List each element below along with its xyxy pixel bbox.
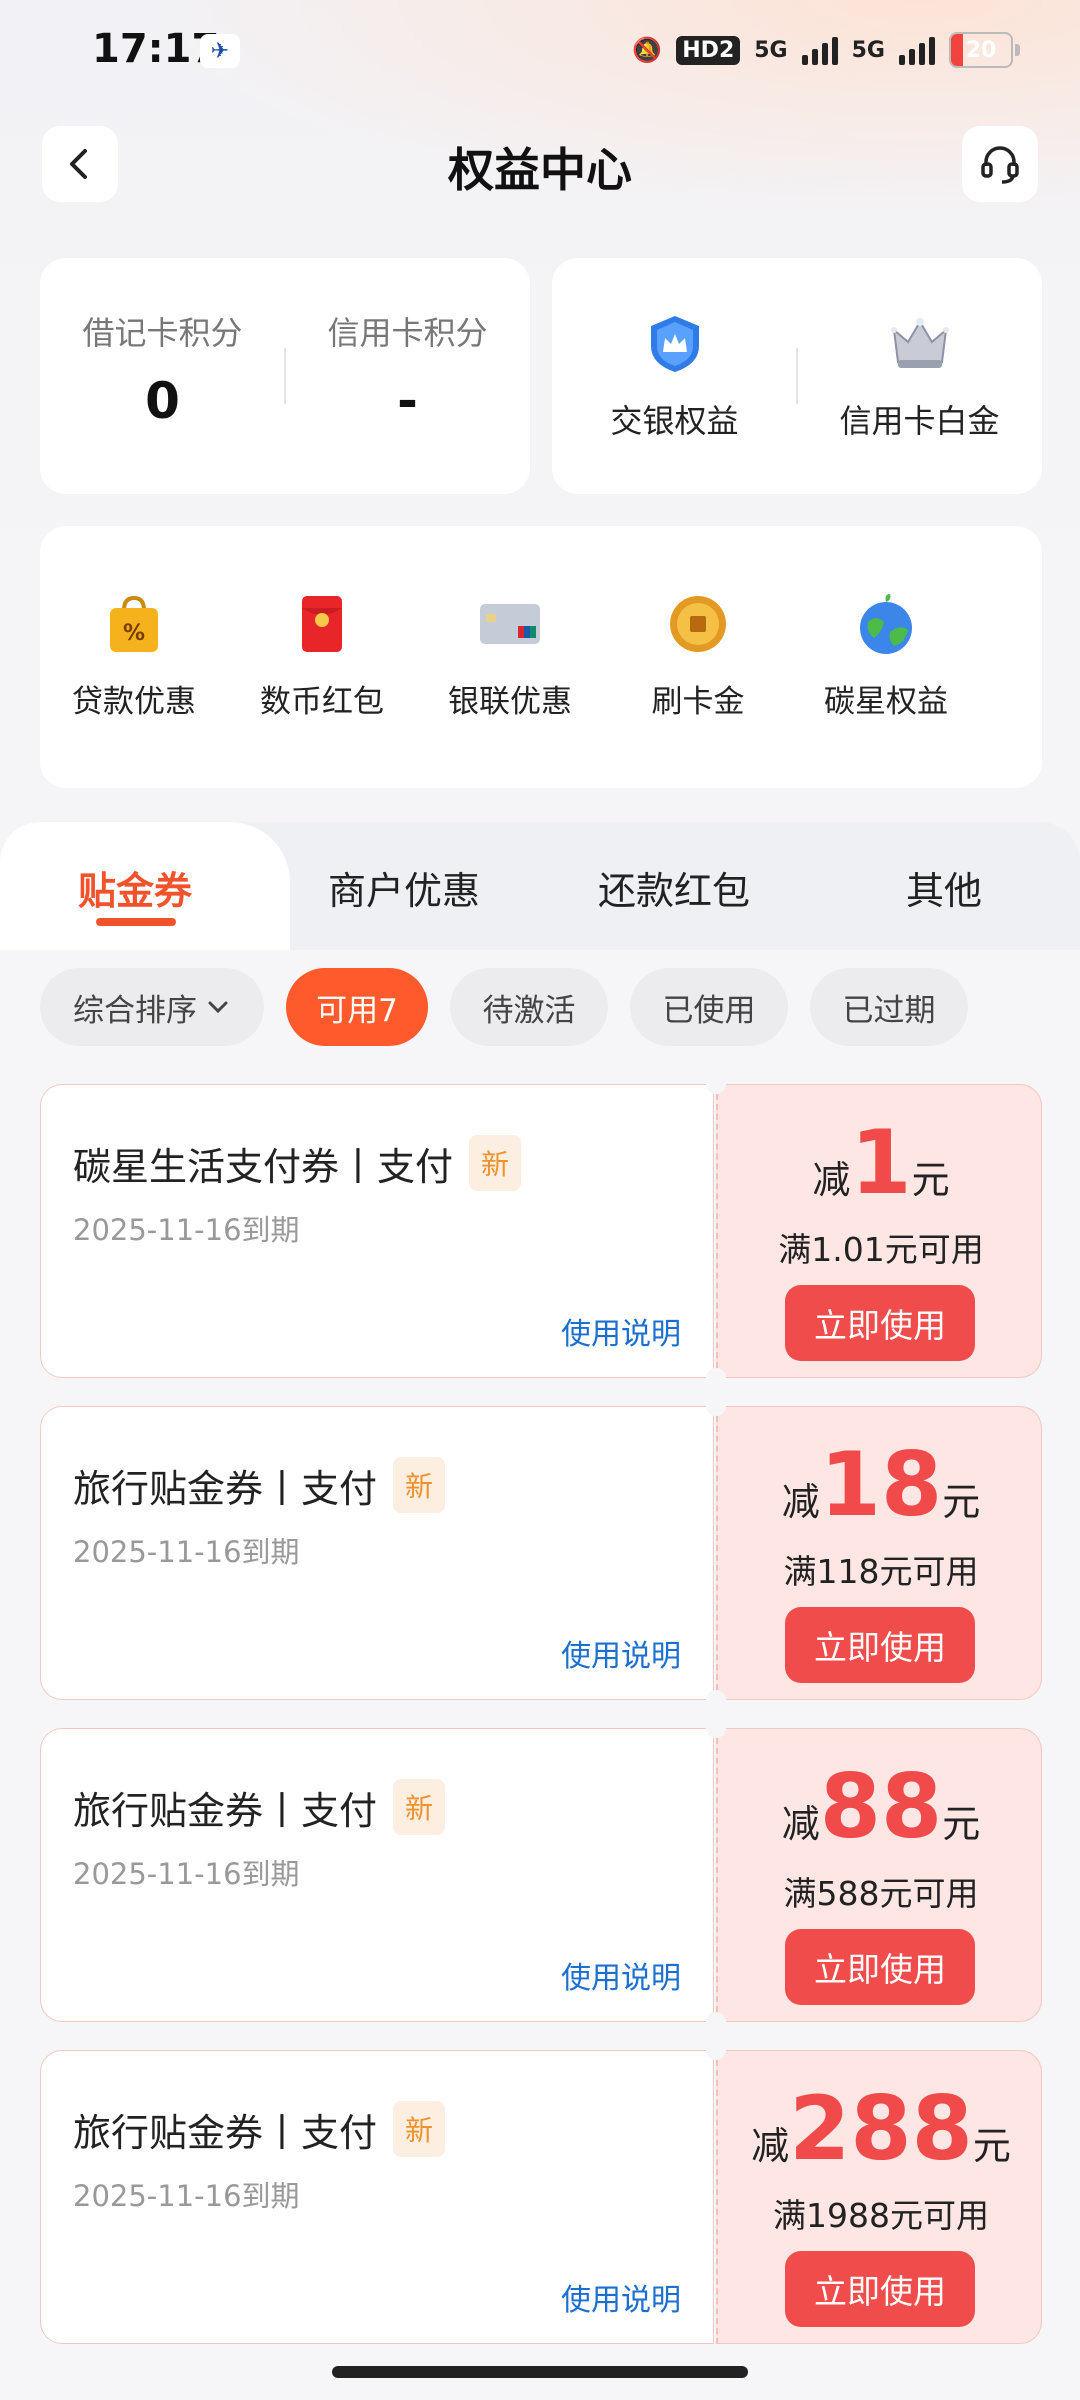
battery-icon: 20 xyxy=(949,32,1020,68)
use-now-button[interactable]: 立即使用 xyxy=(785,1285,975,1361)
signal-bars-icon xyxy=(801,35,838,65)
quick-item-carbon-star[interactable]: 碳星权益 xyxy=(792,592,980,721)
chevron-down-icon xyxy=(208,1001,228,1014)
new-badge: 新 xyxy=(469,1135,522,1191)
status-icons: 🔕 HD2 5G 5G 20 xyxy=(632,28,1020,72)
new-badge: 新 xyxy=(393,1457,446,1513)
credit-points-label: 信用卡积分 xyxy=(327,314,488,352)
bank-card-icon xyxy=(480,604,540,644)
new-badge: 新 xyxy=(393,1779,446,1835)
points-card: 借记卡积分 0 信用卡积分 - xyxy=(40,258,530,494)
coupon-amount: 减288元 xyxy=(751,2077,1011,2180)
crown-badge-icon xyxy=(650,316,699,372)
category-tabs: 贴金券 商户优惠 还款红包 其他 xyxy=(0,822,1080,950)
percent-bag-icon: % xyxy=(110,595,158,652)
coupon-name: 旅行贴金券丨支付 xyxy=(73,1466,378,1511)
customer-service-button[interactable] xyxy=(962,126,1038,202)
coupon-card[interactable]: 旅行贴金券丨支付新 2025-11-16到期 使用说明 减18元 满118元可用… xyxy=(40,1396,1042,1710)
coupon-amount: 减88元 xyxy=(781,1755,981,1858)
mute-icon: 🔕 xyxy=(632,36,663,64)
quick-entry-card: % 贷款优惠 数币红包 银联优惠 刷卡金 碳星权益 xyxy=(40,526,1042,788)
coupon-amount: 减18元 xyxy=(781,1433,981,1536)
coupon-amount-value: 18 xyxy=(819,1433,943,1536)
filter-chip-pending[interactable]: 待激活 xyxy=(450,968,608,1046)
globe-icon xyxy=(860,594,912,654)
credit-points[interactable]: 信用卡积分 - xyxy=(285,308,530,430)
tab-indicator xyxy=(96,918,176,926)
use-now-button[interactable]: 立即使用 xyxy=(785,1929,975,2005)
svg-text:%: % xyxy=(123,621,145,646)
sort-dropdown[interactable]: 综合排序 xyxy=(40,968,264,1046)
coupon-expiry: 2025-11-16到期 xyxy=(73,1535,300,1569)
coupon-name: 旅行贴金券丨支付 xyxy=(73,1788,378,1833)
tab-merchant-offers[interactable]: 商户优惠 xyxy=(328,860,480,915)
coupon-condition: 满588元可用 xyxy=(783,1874,979,1913)
usage-instructions-link[interactable]: 使用说明 xyxy=(561,1953,681,1997)
quick-item-label: 数币红包 xyxy=(260,684,384,720)
quick-item-loan[interactable]: % 贷款优惠 xyxy=(40,592,228,721)
benefit-platinum[interactable]: 信用卡白金 xyxy=(797,312,1042,442)
coupon-amount-value: 1 xyxy=(850,1111,912,1214)
home-indicator[interactable] xyxy=(332,2366,748,2378)
filter-chip-available[interactable]: 可用7 xyxy=(286,968,428,1046)
filter-chip-expired[interactable]: 已过期 xyxy=(810,968,968,1046)
tab-gold-coupon[interactable]: 贴金券 xyxy=(78,860,192,915)
page-title: 权益中心 xyxy=(448,143,632,197)
usage-instructions-link[interactable]: 使用说明 xyxy=(561,1309,681,1353)
coupon-card[interactable]: 旅行贴金券丨支付新 2025-11-16到期 使用说明 减88元 满588元可用… xyxy=(40,1718,1042,2032)
app-notification-icon: ✈ xyxy=(200,34,240,68)
coupon-expiry: 2025-11-16到期 xyxy=(73,1857,300,1891)
coupon-name: 旅行贴金券丨支付 xyxy=(73,2110,378,2155)
coupon-card[interactable]: 碳星生活支付券丨支付新 2025-11-16到期 使用说明 减1元 满1.01元… xyxy=(40,1074,1042,1388)
quick-item-label: 碳星权益 xyxy=(824,684,948,720)
silver-crown-icon xyxy=(890,318,949,368)
debit-points[interactable]: 借记卡积分 0 xyxy=(40,308,285,430)
tab-repayment-red-packet[interactable]: 还款红包 xyxy=(598,860,750,915)
tab-other[interactable]: 其他 xyxy=(906,860,982,915)
quick-item-digital-red-packet[interactable]: 数币红包 xyxy=(228,592,416,721)
signal-label-1: 5G xyxy=(754,37,788,63)
coupon-amount-value: 288 xyxy=(789,2077,973,2180)
quick-item-label: 银联优惠 xyxy=(448,684,572,720)
coupon-condition: 满1.01元可用 xyxy=(778,1230,984,1269)
hd-icon: HD2 xyxy=(676,35,741,65)
signal-label-2: 5G xyxy=(851,37,885,63)
use-now-button[interactable]: 立即使用 xyxy=(785,1607,975,1683)
sort-label: 综合排序 xyxy=(73,992,197,1029)
headset-icon xyxy=(981,146,1019,184)
signal-bars-icon xyxy=(899,35,935,65)
new-badge: 新 xyxy=(393,2101,446,2157)
quick-item-unionpay[interactable]: 银联优惠 xyxy=(416,592,604,721)
coupon-card[interactable]: 旅行贴金券丨支付新 2025-11-16到期 使用说明 减288元 满1988元… xyxy=(40,2040,1042,2344)
benefits-card: 交银权益 信用卡白金 xyxy=(552,258,1042,494)
gold-coin-icon xyxy=(670,596,726,652)
coupon-expiry: 2025-11-16到期 xyxy=(73,2179,300,2213)
status-bar: 17:17 ✈ 🔕 HD2 5G 5G 20 xyxy=(0,0,1080,100)
benefit-bocom[interactable]: 交银权益 xyxy=(552,312,797,442)
red-envelope-icon xyxy=(302,596,342,652)
use-now-button[interactable]: 立即使用 xyxy=(785,2251,975,2327)
usage-instructions-link[interactable]: 使用说明 xyxy=(561,2275,681,2319)
quick-item-card-gold[interactable]: 刷卡金 xyxy=(604,592,792,721)
filter-chip-used[interactable]: 已使用 xyxy=(630,968,788,1046)
coupon-name: 碳星生活支付券丨支付 xyxy=(73,1144,454,1189)
usage-instructions-link[interactable]: 使用说明 xyxy=(561,1631,681,1675)
coupon-amount: 减1元 xyxy=(812,1111,950,1214)
quick-item-label: 刷卡金 xyxy=(651,684,745,720)
coupon-expiry: 2025-11-16到期 xyxy=(73,1213,300,1247)
quick-item-label: 贷款优惠 xyxy=(72,684,196,720)
debit-points-value: 0 xyxy=(145,372,180,430)
coupon-condition: 满1988元可用 xyxy=(773,2196,989,2235)
benefit-label: 交银权益 xyxy=(610,402,739,440)
coupon-amount-value: 88 xyxy=(819,1755,943,1858)
credit-points-value: - xyxy=(397,372,418,430)
coupon-condition: 满118元可用 xyxy=(783,1552,979,1591)
benefit-label: 信用卡白金 xyxy=(839,402,1000,440)
battery-level: 20 xyxy=(965,37,997,63)
debit-points-label: 借记卡积分 xyxy=(82,314,243,352)
